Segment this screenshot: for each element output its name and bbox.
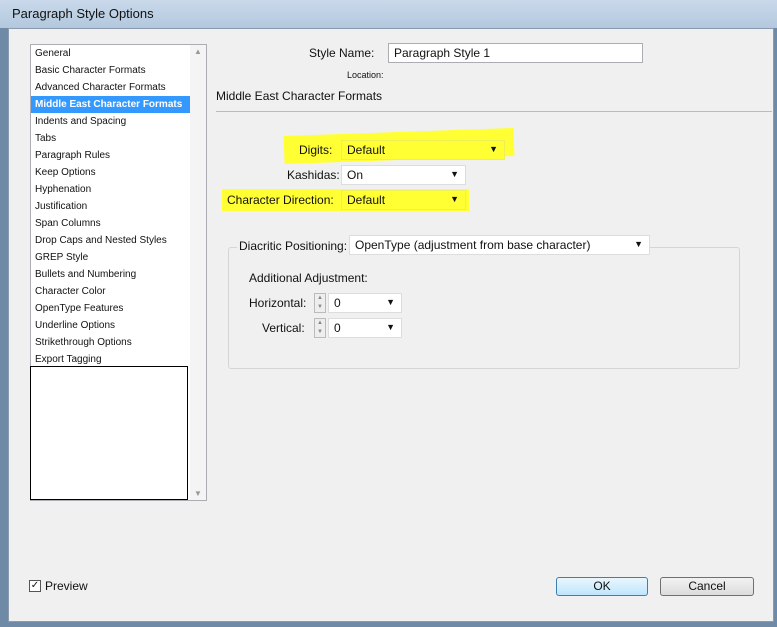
chevron-down-icon: ▼	[634, 239, 643, 249]
chevron-down-icon: ▼	[450, 194, 459, 204]
sidebar-item[interactable]: Strikethrough Options	[31, 334, 206, 351]
diacritic-value: OpenType (adjustment from base character…	[355, 238, 591, 252]
kashidas-value: On	[347, 168, 364, 182]
cancel-button[interactable]: Cancel	[660, 577, 754, 596]
sidebar-item[interactable]: Tabs	[31, 130, 206, 147]
kashidas-label: Kashidas:	[287, 168, 340, 182]
sidebar-item[interactable]: Bullets and Numbering	[31, 266, 206, 283]
window-title: Paragraph Style Options	[12, 6, 154, 21]
sidebar-item[interactable]: Advanced Character Formats	[31, 79, 206, 96]
digits-value: Default	[347, 143, 386, 157]
sidebar-item[interactable]: Basic Character Formats	[31, 62, 206, 79]
vertical-label: Vertical:	[262, 321, 305, 335]
chevron-down-icon: ▼	[386, 297, 395, 307]
digits-select[interactable]: Default ▼	[341, 140, 505, 160]
chevron-down-icon: ▼	[489, 144, 498, 154]
additional-adjustment-label: Additional Adjustment:	[249, 271, 368, 285]
kashidas-select[interactable]: On ▼	[341, 165, 466, 185]
sidebar-item[interactable]: General	[31, 45, 206, 62]
horizontal-label: Horizontal:	[249, 296, 307, 310]
direction-label: Character Direction:	[227, 193, 334, 207]
section-title: Middle East Character Formats	[216, 89, 383, 103]
sidebar-item[interactable]: Keep Options	[31, 164, 206, 181]
vertical-value: 0	[334, 321, 341, 335]
style-name-label: Style Name:	[309, 46, 375, 60]
direction-select[interactable]: Default ▼	[341, 190, 466, 210]
vertical-select[interactable]: 0 ▼	[328, 318, 402, 338]
sidebar-item[interactable]: Hyphenation	[31, 181, 206, 198]
preview-checkbox[interactable]: ✓	[29, 580, 41, 592]
preview-box	[30, 366, 188, 500]
sidebar-item[interactable]: Indents and Spacing	[31, 113, 206, 130]
digits-label: Digits:	[299, 143, 333, 157]
diacritic-select[interactable]: OpenType (adjustment from base character…	[349, 235, 650, 255]
chevron-down-icon: ▼	[450, 169, 459, 179]
sidebar-item[interactable]: Middle East Character Formats	[31, 96, 206, 113]
dialog-body: General Basic Character Formats Advanced C…	[8, 28, 774, 622]
direction-value: Default	[347, 193, 386, 207]
diacritic-label: Diacritic Positioning:	[237, 239, 350, 253]
style-name-input[interactable]: Paragraph Style 1	[388, 43, 643, 63]
horizontal-select[interactable]: 0 ▼	[328, 293, 402, 313]
ok-button[interactable]: OK	[556, 577, 648, 596]
vertical-stepper[interactable]: ▲ ▼	[314, 318, 326, 338]
sidebar-item[interactable]: GREP Style	[31, 249, 206, 266]
sidebar-item[interactable]: Underline Options	[31, 317, 206, 334]
location-label: Location:	[347, 70, 384, 80]
title-bar: Paragraph Style Options	[0, 0, 777, 28]
horizontal-value: 0	[334, 296, 341, 310]
divider	[216, 111, 772, 112]
horizontal-stepper[interactable]: ▲ ▼	[314, 293, 326, 313]
preview-label: Preview	[45, 579, 88, 593]
list-scrollbar[interactable]: ▲ ▼	[190, 45, 206, 500]
sidebar-item[interactable]: Span Columns	[31, 215, 206, 232]
sidebar-item[interactable]: Character Color	[31, 283, 206, 300]
sidebar-item[interactable]: Justification	[31, 198, 206, 215]
sidebar-item[interactable]: Paragraph Rules	[31, 147, 206, 164]
sidebar-item[interactable]: OpenType Features	[31, 300, 206, 317]
chevron-down-icon: ▼	[386, 322, 395, 332]
sidebar-item[interactable]: Drop Caps and Nested Styles	[31, 232, 206, 249]
